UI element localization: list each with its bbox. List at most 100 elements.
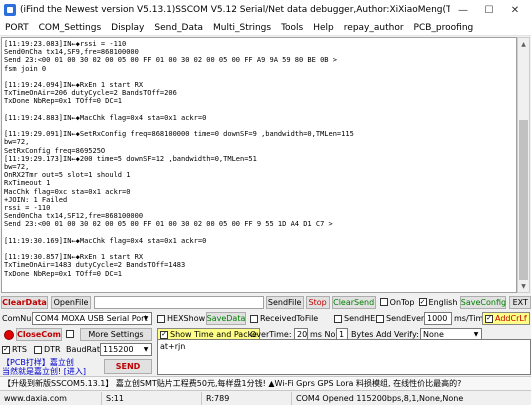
log-line: OnRX2Tmr out=5 slot=1 should 1 xyxy=(4,171,131,180)
log-line: TxTimeOnAir=206 dutyCycle=2 BandsTOff=20… xyxy=(4,89,177,98)
status-sent-count: S:11 xyxy=(102,391,202,405)
save-data-button[interactable]: SaveData xyxy=(206,312,246,325)
send-every-value: 1000 xyxy=(427,314,448,323)
log-line: rssi = -110 xyxy=(4,204,51,213)
menu-display[interactable]: Display xyxy=(106,23,149,33)
status-received-count: R:789 xyxy=(202,391,292,405)
send-every-box[interactable] xyxy=(376,314,384,323)
send-hex-box[interactable] xyxy=(334,314,342,323)
title-bar: (iFind the Newest version V5.13.1)SSCOM … xyxy=(0,0,531,20)
send-every-input[interactable]: 1000 xyxy=(424,312,452,325)
on-top-checkbox[interactable]: OnTop xyxy=(379,297,415,307)
menu-send-data[interactable]: Send_Data xyxy=(149,23,208,33)
send-hex-checkbox[interactable]: SendHEX xyxy=(334,314,381,323)
log-line: TxDone NbRep=0x1 TOff=0 DC=1 xyxy=(4,97,123,106)
menu-pcb-proofing[interactable]: PCB_proofing xyxy=(409,23,479,33)
english-label: English xyxy=(428,297,458,307)
save-config-button[interactable]: SaveConfig xyxy=(460,295,507,309)
english-box[interactable]: ✓ xyxy=(418,298,427,306)
pcb-promo[interactable]: 【PCB打样】嘉立创 当然就是嘉立创! [进入] xyxy=(2,358,86,376)
verify-value: None xyxy=(423,330,444,339)
ext-button[interactable]: EXT xyxy=(509,295,531,309)
baud-rate-select[interactable]: 115200 ▼ xyxy=(100,343,152,356)
status-site: www.daxia.com xyxy=(0,391,102,405)
chevron-down-icon: ▼ xyxy=(143,346,149,353)
dtr-checkbox[interactable]: DTR xyxy=(34,345,61,354)
log-line: bw=72, xyxy=(4,138,30,147)
send-every-label: SendEvery xyxy=(386,314,429,323)
over-time-value: 20 xyxy=(297,330,308,339)
scroll-down-icon[interactable]: ▼ xyxy=(518,280,529,292)
open-file-button[interactable]: OpenFile xyxy=(51,295,91,309)
com-port-value: COM4 MOXA USB Serial Port xyxy=(35,314,148,323)
control-panel: ComNum COM4 MOXA USB Serial Port ▼ Close… xyxy=(0,311,531,376)
received-to-file-label: ReceivedToFile xyxy=(260,314,319,323)
show-time-box[interactable]: ✓ xyxy=(160,330,168,339)
log-line: Send0nCha tx14,SF9,fre=868100000 xyxy=(4,48,139,57)
menu-repay-author[interactable]: repay_author xyxy=(339,23,409,33)
dtr-box[interactable] xyxy=(34,345,42,354)
log-line: TxTimeOnAir=1483 dutyCycle=2 BandsTOff=1… xyxy=(4,261,186,270)
received-to-file-checkbox[interactable]: ReceivedToFile xyxy=(250,314,318,323)
scroll-up-icon[interactable]: ▲ xyxy=(518,38,529,50)
baud-rate-value: 115200 xyxy=(103,345,134,354)
on-top-box[interactable] xyxy=(379,298,388,306)
log-scrollbar[interactable]: ▲ ▼ xyxy=(517,37,530,293)
add-crlf-box[interactable]: ✓ xyxy=(485,314,493,323)
ad-text[interactable]: 【升级到新版SSCOM5.13.1】 嘉立创SMT贴片工程费50元,每样盘1分钱… xyxy=(0,378,461,389)
hex-show-checkbox[interactable]: HEXShow xyxy=(157,314,205,323)
on-top-label: OnTop xyxy=(389,297,415,307)
menu-tools[interactable]: Tools xyxy=(276,23,308,33)
maximize-button[interactable]: ☐ xyxy=(476,0,502,20)
chevron-down-icon: ▼ xyxy=(143,315,149,322)
log-line: Send0nCha tx14,SF12,fre=868100000 xyxy=(4,212,144,221)
log-line: RxTimeout 1 xyxy=(4,179,51,188)
rts-box[interactable]: ✓ xyxy=(2,345,10,354)
window-title: (iFind the Newest version V5.13.1)SSCOM … xyxy=(20,5,450,15)
promo-line-2[interactable]: 当然就是嘉立创! [进入] xyxy=(2,367,86,376)
clear-send-button[interactable]: ClearSend xyxy=(331,295,376,309)
menu-help[interactable]: Help xyxy=(308,23,339,33)
stop-button[interactable]: Stop xyxy=(305,295,330,309)
menu-com-settings[interactable]: COM_Settings xyxy=(34,23,107,33)
menu-multi-strings[interactable]: Multi_Strings xyxy=(208,23,276,33)
received-to-file-box[interactable] xyxy=(250,314,258,323)
ad-bar[interactable]: 【升级到新版SSCOM5.13.1】 嘉立创SMT贴片工程费50元,每样盘1分钱… xyxy=(0,376,531,390)
send-file-button[interactable]: SendFile xyxy=(265,295,304,309)
send-text-value: at+rjn xyxy=(160,342,186,351)
clear-data-button[interactable]: ClearData xyxy=(1,295,48,309)
com-port-select[interactable]: COM4 MOXA USB Serial Port ▼ xyxy=(32,312,152,325)
scroll-thumb[interactable] xyxy=(519,120,528,280)
minimize-button[interactable]: — xyxy=(450,0,476,20)
add-crlf-checkbox[interactable]: ✓ AddCrLf xyxy=(482,312,530,325)
port-status-indicator xyxy=(4,330,14,340)
more-settings-checkbox[interactable] xyxy=(66,330,74,338)
log-line: Send 23:<00 01 00 30 02 00 05 00 FF 01 0… xyxy=(4,56,337,65)
promo-line-1[interactable]: 【PCB打样】嘉立创 xyxy=(2,358,86,367)
no-value: 1 xyxy=(339,330,345,339)
menu-port[interactable]: PORT xyxy=(0,23,34,33)
close-com-button[interactable]: CloseCom xyxy=(16,328,62,341)
receive-log[interactable]: [11:19:23.083]IN←◆rssi = -110 Send0nCha t… xyxy=(1,37,517,293)
file-path-field[interactable] xyxy=(94,295,264,309)
send-every-checkbox[interactable]: SendEvery xyxy=(376,314,429,323)
send-text-area[interactable]: at+rjn xyxy=(157,339,531,375)
close-button[interactable]: ✕ xyxy=(502,0,528,20)
more-settings-button[interactable]: More Settings xyxy=(80,328,152,341)
hex-show-box[interactable] xyxy=(157,314,165,323)
rts-checkbox[interactable]: ✓ RTS xyxy=(2,345,27,354)
english-checkbox[interactable]: ✓ English xyxy=(418,297,458,307)
log-line: [11:19:24.094]IN←◆RxEn 1 start RX xyxy=(4,81,144,90)
log-line: [11:19:29.173]IN←◆200 time=5 downSF=12 ,… xyxy=(4,154,257,163)
more-settings-box[interactable] xyxy=(66,330,74,338)
log-line: [11:19:23.083]IN←◆rssi = -110 xyxy=(4,40,127,48)
send-button[interactable]: SEND xyxy=(104,359,152,374)
rts-label: RTS xyxy=(12,345,27,354)
status-bar: www.daxia.com S:11 R:789 COM4 Opened 115… xyxy=(0,390,531,405)
ms-no-label: ms No xyxy=(310,330,336,339)
over-time-label: OverTime: xyxy=(250,330,292,339)
